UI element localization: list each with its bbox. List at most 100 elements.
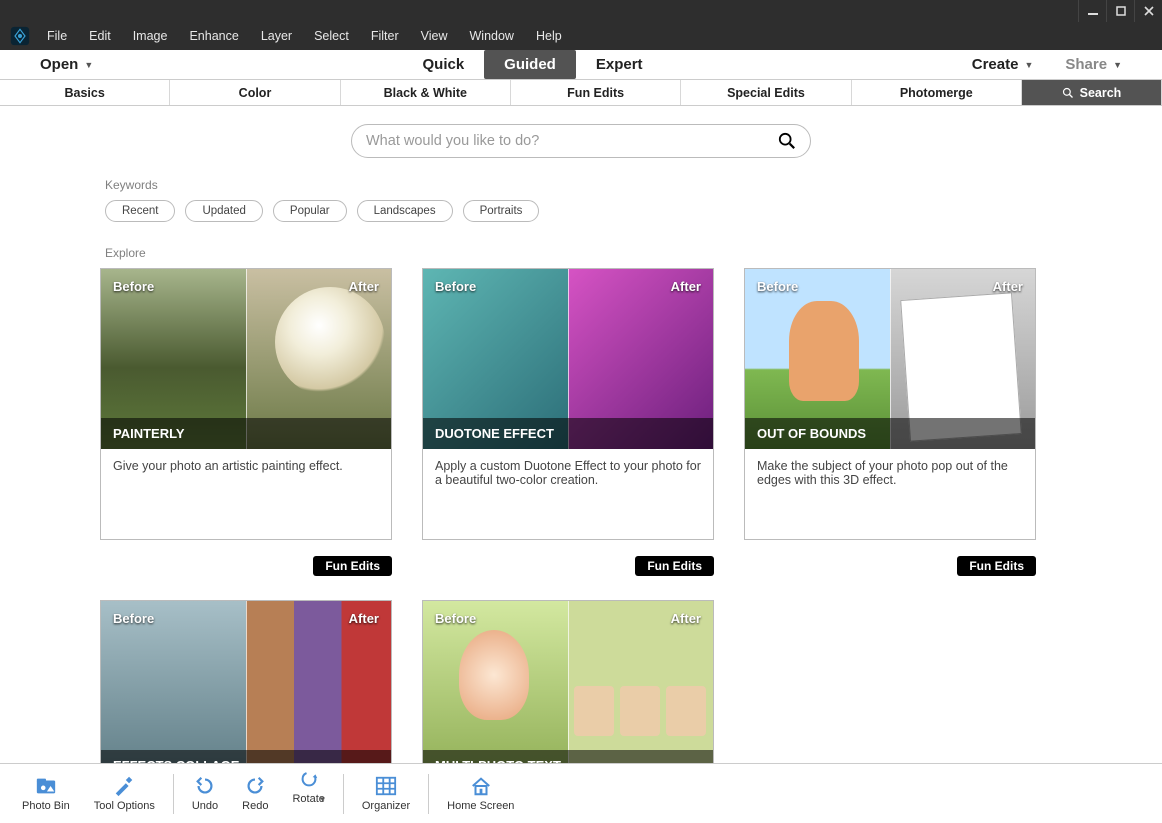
before-label: Before — [435, 611, 476, 626]
card-thumbnail: Before After EFFECTS COLLAGE — [101, 601, 391, 763]
card-thumbnail: Before After OUT OF BOUNDS — [745, 269, 1035, 449]
card-thumbnail: Before After DUOTONE EFFECT — [423, 269, 713, 449]
before-label: Before — [113, 611, 154, 626]
rotate-button[interactable]: Rotate ▾ — [282, 768, 334, 819]
category-tab-basics[interactable]: Basics — [0, 80, 170, 105]
card-painterly[interactable]: Before After PAINTERLY Give your photo a… — [100, 268, 392, 540]
undo-icon — [194, 775, 216, 797]
menu-help[interactable]: Help — [525, 22, 573, 50]
card-multi-photo-text[interactable]: Before After MULTI-PHOTO TEXT — [422, 600, 714, 763]
caret-down-icon: ▼ — [1113, 60, 1122, 70]
menu-select[interactable]: Select — [303, 22, 360, 50]
card-out-of-bounds-wrap: Before After OUT OF BOUNDS Make the subj… — [744, 268, 1036, 570]
photo-bin-label: Photo Bin — [22, 800, 70, 812]
window-titlebar — [0, 0, 1162, 22]
card-duotone-wrap: Before After DUOTONE EFFECT Apply a cust… — [422, 268, 714, 570]
menu-filter[interactable]: Filter — [360, 22, 410, 50]
card-out-of-bounds[interactable]: Before After OUT OF BOUNDS Make the subj… — [744, 268, 1036, 540]
category-tab-color[interactable]: Color — [170, 80, 340, 105]
keyword-row: Recent Updated Popular Landscapes Portra… — [105, 200, 1162, 222]
card-tag[interactable]: Fun Edits — [635, 556, 714, 576]
keywords-heading: Keywords — [105, 178, 1162, 192]
main-scroll-area[interactable]: Keywords Recent Updated Popular Landscap… — [0, 106, 1162, 763]
redo-icon — [244, 775, 266, 797]
organizer-icon — [375, 775, 397, 797]
after-label: After — [671, 611, 701, 626]
explore-heading: Explore — [105, 246, 1162, 260]
menu-image[interactable]: Image — [122, 22, 179, 50]
after-label: After — [349, 279, 379, 294]
create-label: Create — [972, 56, 1019, 73]
redo-button[interactable]: Redo — [232, 775, 278, 812]
card-effects-collage-wrap: Before After EFFECTS COLLAGE — [100, 600, 392, 763]
before-after-divider — [568, 601, 569, 763]
redo-label: Redo — [242, 800, 268, 812]
card-thumbnail: Before After PAINTERLY — [101, 269, 391, 449]
card-title: PAINTERLY — [101, 418, 391, 449]
category-tab-black-white[interactable]: Black & White — [341, 80, 511, 105]
photo-bin-button[interactable]: Photo Bin — [12, 775, 80, 812]
home-screen-button[interactable]: Home Screen — [437, 775, 524, 812]
category-tab-special-edits[interactable]: Special Edits — [681, 80, 851, 105]
keyword-chip-updated[interactable]: Updated — [185, 200, 262, 222]
after-label: After — [993, 279, 1023, 294]
share-label: Share — [1065, 56, 1107, 73]
before-label: Before — [757, 279, 798, 294]
tool-options-label: Tool Options — [94, 800, 155, 812]
card-thumbnail: Before After MULTI-PHOTO TEXT — [423, 601, 713, 763]
card-description: Apply a custom Duotone Effect to your ph… — [423, 449, 713, 539]
toolbar-separator — [343, 774, 344, 814]
menu-window[interactable]: Window — [459, 22, 525, 50]
organizer-button[interactable]: Organizer — [352, 775, 420, 812]
window-maximize-button[interactable] — [1106, 0, 1134, 22]
category-tab-search[interactable]: Search — [1022, 80, 1162, 105]
card-title: OUT OF BOUNDS — [745, 418, 1035, 449]
keyword-chip-portraits[interactable]: Portraits — [463, 200, 540, 222]
search-icon[interactable] — [778, 132, 796, 150]
search-tab-label: Search — [1080, 86, 1122, 100]
undo-button[interactable]: Undo — [182, 775, 228, 812]
keyword-chip-popular[interactable]: Popular — [273, 200, 347, 222]
caret-down-icon: ▼ — [1024, 60, 1033, 70]
card-duotone[interactable]: Before After DUOTONE EFFECT Apply a cust… — [422, 268, 714, 540]
before-label: Before — [113, 279, 154, 294]
mode-tab-quick[interactable]: Quick — [402, 50, 484, 79]
toolbar-separator — [173, 774, 174, 814]
card-tag[interactable]: Fun Edits — [957, 556, 1036, 576]
undo-label: Undo — [192, 800, 218, 812]
home-icon — [470, 775, 492, 797]
category-tab-fun-edits[interactable]: Fun Edits — [511, 80, 681, 105]
window-close-button[interactable] — [1134, 0, 1162, 22]
card-tag[interactable]: Fun Edits — [313, 556, 392, 576]
card-title: MULTI-PHOTO TEXT — [423, 750, 713, 763]
card-title: EFFECTS COLLAGE — [101, 750, 391, 763]
mode-tab-expert[interactable]: Expert — [576, 50, 663, 79]
explore-grid: Before After PAINTERLY Give your photo a… — [0, 268, 1162, 763]
menu-edit[interactable]: Edit — [78, 22, 122, 50]
rotate-icon — [298, 768, 320, 790]
caret-down-icon: ▼ — [84, 60, 93, 70]
bottom-toolbar: Photo Bin Tool Options Undo Redo Rotate … — [0, 763, 1162, 823]
after-label: After — [671, 279, 701, 294]
category-tab-row: Basics Color Black & White Fun Edits Spe… — [0, 80, 1162, 106]
keyword-chip-recent[interactable]: Recent — [105, 200, 175, 222]
share-button[interactable]: Share ▼ — [1049, 51, 1138, 78]
menu-layer[interactable]: Layer — [250, 22, 303, 50]
create-button[interactable]: Create ▼ — [956, 51, 1050, 78]
menu-file[interactable]: File — [36, 22, 78, 50]
open-button[interactable]: Open▼ — [24, 51, 109, 78]
menu-view[interactable]: View — [410, 22, 459, 50]
search-pill — [351, 124, 811, 158]
keyword-chip-landscapes[interactable]: Landscapes — [357, 200, 453, 222]
category-tab-photomerge[interactable]: Photomerge — [852, 80, 1022, 105]
card-description: Make the subject of your photo pop out o… — [745, 449, 1035, 539]
organizer-label: Organizer — [362, 800, 410, 812]
mode-tab-guided[interactable]: Guided — [484, 50, 576, 79]
card-effects-collage[interactable]: Before After EFFECTS COLLAGE — [100, 600, 392, 763]
search-input[interactable] — [366, 133, 778, 149]
window-minimize-button[interactable] — [1078, 0, 1106, 22]
photo-bin-icon — [35, 775, 57, 797]
action-bar: Open▼ Quick Guided Expert Create ▼ Share ▼ — [0, 50, 1162, 80]
menu-enhance[interactable]: Enhance — [178, 22, 249, 50]
tool-options-button[interactable]: Tool Options — [84, 775, 165, 812]
